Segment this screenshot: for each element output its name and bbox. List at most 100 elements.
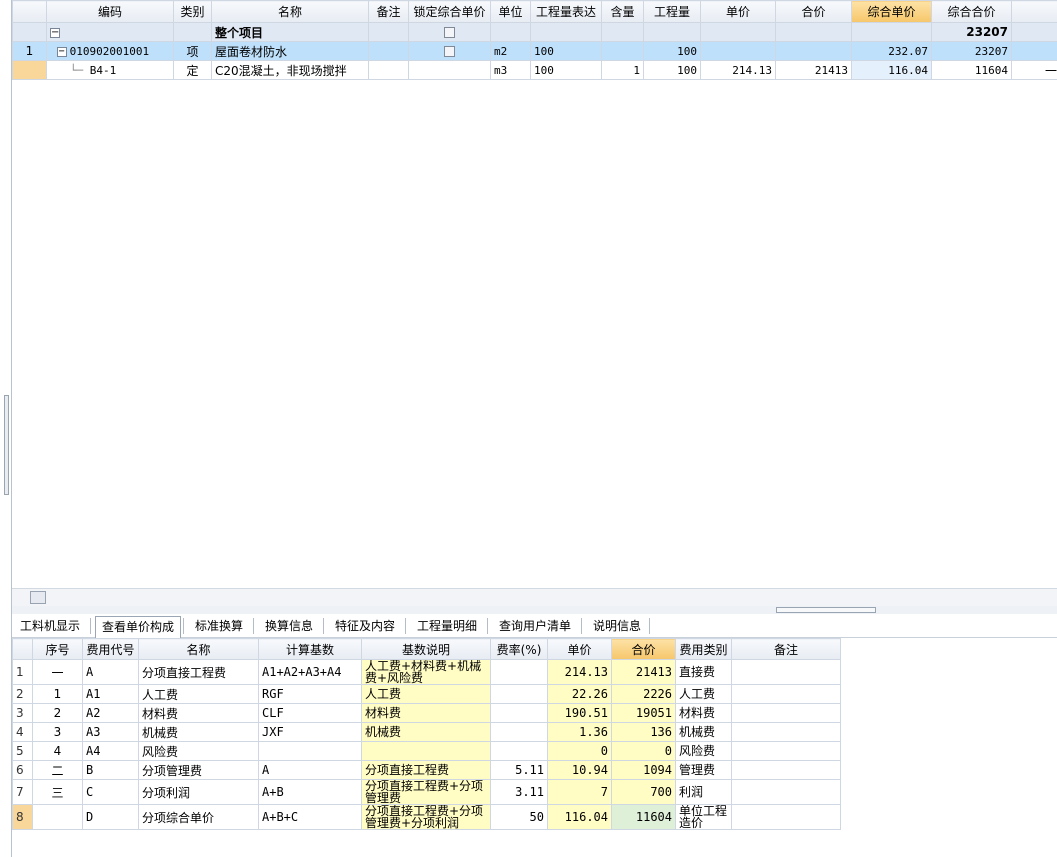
rate-cell[interactable]: 5.11: [490, 760, 548, 780]
base-desc-cell[interactable]: 人工费: [361, 684, 491, 704]
unit-cell[interactable]: m2: [490, 41, 531, 61]
fee-category-cell[interactable]: 机械费: [675, 722, 732, 742]
seq-cell[interactable]: [32, 804, 83, 830]
fee-code-cell[interactable]: D: [82, 804, 139, 830]
calc-base-cell[interactable]: A: [258, 760, 362, 780]
unit-comp-price-cell[interactable]: 232.07: [851, 41, 932, 61]
seq-cell[interactable]: 1: [32, 684, 83, 704]
qty-cell[interactable]: 100: [643, 41, 701, 61]
price-cell[interactable]: 0: [547, 741, 612, 761]
lock-price-checkbox[interactable]: [444, 27, 455, 38]
splitter-handle[interactable]: [776, 607, 876, 613]
fee-code-cell[interactable]: A2: [82, 703, 139, 723]
code-cell[interactable]: −: [46, 22, 174, 42]
header-seq[interactable]: 序号: [32, 638, 83, 660]
header-fee-code[interactable]: 费用代号: [82, 638, 139, 660]
header-fee-category[interactable]: 费用类别: [675, 638, 732, 660]
note-cell[interactable]: [731, 703, 841, 723]
fee-code-cell[interactable]: A4: [82, 741, 139, 761]
header-price[interactable]: 单价: [700, 0, 776, 23]
unit-comp-price-cell[interactable]: 116.04: [851, 60, 932, 80]
rate-cell[interactable]: 3.11: [490, 779, 548, 805]
seq-cell[interactable]: 二: [32, 760, 83, 780]
price-cell[interactable]: [700, 41, 776, 61]
amount-cell[interactable]: 11604: [611, 804, 676, 830]
header-unit[interactable]: 单位: [490, 0, 531, 23]
table-row[interactable]: 5 4 A4 风险费 0 0 风险费: [12, 741, 841, 761]
header-total-comp-price[interactable]: 综合合价: [931, 0, 1012, 23]
name-cell[interactable]: 整个项目: [211, 22, 369, 42]
note-cell[interactable]: [731, 684, 841, 704]
base-desc-cell[interactable]: 分项直接工程费: [361, 760, 491, 780]
scrollbar-thumb[interactable]: [30, 591, 46, 604]
tab-query-user-list[interactable]: 查询用户清单: [493, 616, 577, 638]
note-cell[interactable]: [731, 659, 841, 685]
amount-cell[interactable]: 21413: [775, 60, 852, 80]
rate-cell[interactable]: [490, 659, 548, 685]
table-row-total[interactable]: − 整个项目 23207: [12, 22, 1057, 42]
amount-cell[interactable]: 1094: [611, 760, 676, 780]
base-desc-cell[interactable]: [361, 741, 491, 761]
content-cell[interactable]: 1: [601, 60, 644, 80]
unit-cell[interactable]: m3: [490, 60, 531, 80]
lock-price-checkbox[interactable]: [444, 46, 455, 57]
header-price[interactable]: 单价: [547, 638, 612, 660]
header-amount[interactable]: 合价: [611, 638, 676, 660]
name-cell[interactable]: 分项利润: [138, 779, 259, 805]
table-row[interactable]: 6 二 B 分项管理费 A 分项直接工程费 5.11 10.94 1094 管理费: [12, 760, 841, 780]
header-note[interactable]: 备注: [731, 638, 841, 660]
rate-cell[interactable]: [490, 722, 548, 742]
collapse-icon[interactable]: −: [50, 27, 60, 38]
expr-cell[interactable]: 100: [530, 41, 602, 61]
tab-conversion-info[interactable]: 换算信息: [259, 616, 319, 638]
name-cell[interactable]: 屋面卷材防水: [211, 41, 369, 61]
header-rate[interactable]: 费率(%): [490, 638, 548, 660]
table-row[interactable]: 4 3 A3 机械费 JXF 机械费 1.36 136 机械费: [12, 722, 841, 742]
rate-cell[interactable]: 50: [490, 804, 548, 830]
base-desc-cell[interactable]: 材料费: [361, 703, 491, 723]
note-cell[interactable]: [731, 741, 841, 761]
content-cell[interactable]: [601, 41, 644, 61]
expr-cell[interactable]: [530, 22, 602, 42]
type-cell[interactable]: 定: [173, 60, 212, 80]
calc-base-cell[interactable]: JXF: [258, 722, 362, 742]
header-type[interactable]: 类别: [173, 0, 212, 23]
note-cell[interactable]: [731, 722, 841, 742]
rate-cell[interactable]: [490, 684, 548, 704]
table-row-item[interactable]: 1 −010902001001 项 屋面卷材防水 m2 100 100 232.…: [12, 41, 1057, 61]
calc-base-cell[interactable]: [258, 741, 362, 761]
name-cell[interactable]: C20混凝土，非现场搅拌: [211, 60, 369, 80]
header-calc-base[interactable]: 计算基数: [258, 638, 362, 660]
total-comp-price-cell[interactable]: 11604: [931, 60, 1012, 80]
unit-cell[interactable]: [490, 22, 531, 42]
fee-code-cell[interactable]: A1: [82, 684, 139, 704]
fee-category-cell[interactable]: 直接费: [675, 659, 732, 685]
unit-comp-price-cell[interactable]: [851, 22, 932, 42]
name-cell[interactable]: 风险费: [138, 741, 259, 761]
calc-base-cell[interactable]: RGF: [258, 684, 362, 704]
amount-cell[interactable]: [775, 41, 852, 61]
header-remark[interactable]: 备注: [368, 0, 409, 23]
qty-cell[interactable]: [643, 22, 701, 42]
tab-unit-price-composition[interactable]: 查看单价构成: [95, 616, 182, 638]
remark-cell[interactable]: [368, 22, 409, 42]
table-row[interactable]: 1 一 A 分项直接工程费 A1+A2+A3+A4 人工费+材料费+机械费+风险费 214.…: [12, 659, 841, 685]
price-cell[interactable]: 22.26: [547, 684, 612, 704]
table-row-sub[interactable]: └─ B4-1 定 C20混凝土，非现场搅拌 m3 100 1 100 214.…: [12, 60, 1057, 80]
amount-cell[interactable]: 19051: [611, 703, 676, 723]
name-cell[interactable]: 分项综合单价: [138, 804, 259, 830]
fee-category-cell[interactable]: 管理费: [675, 760, 732, 780]
header-qty[interactable]: 工程量: [643, 0, 701, 23]
name-cell[interactable]: 人工费: [138, 684, 259, 704]
price-cell[interactable]: 214.13: [700, 60, 776, 80]
fee-category-cell[interactable]: 人工费: [675, 684, 732, 704]
name-cell[interactable]: 分项管理费: [138, 760, 259, 780]
seq-cell[interactable]: 三: [32, 779, 83, 805]
base-desc-cell[interactable]: 分项直接工程费+分项管理费+分项利润: [361, 804, 491, 830]
type-cell[interactable]: 项: [173, 41, 212, 61]
table-row[interactable]: 8 D 分项综合单价 A+B+C 分项直接工程费+分项管理费+分项利润 50 116.04 1…: [12, 804, 841, 830]
base-desc-cell[interactable]: 机械费: [361, 722, 491, 742]
header-lock-price[interactable]: 锁定综合单价: [408, 0, 491, 23]
header-amount[interactable]: 合价: [775, 0, 852, 23]
header-unit-comp-price[interactable]: 综合单价: [851, 0, 932, 23]
